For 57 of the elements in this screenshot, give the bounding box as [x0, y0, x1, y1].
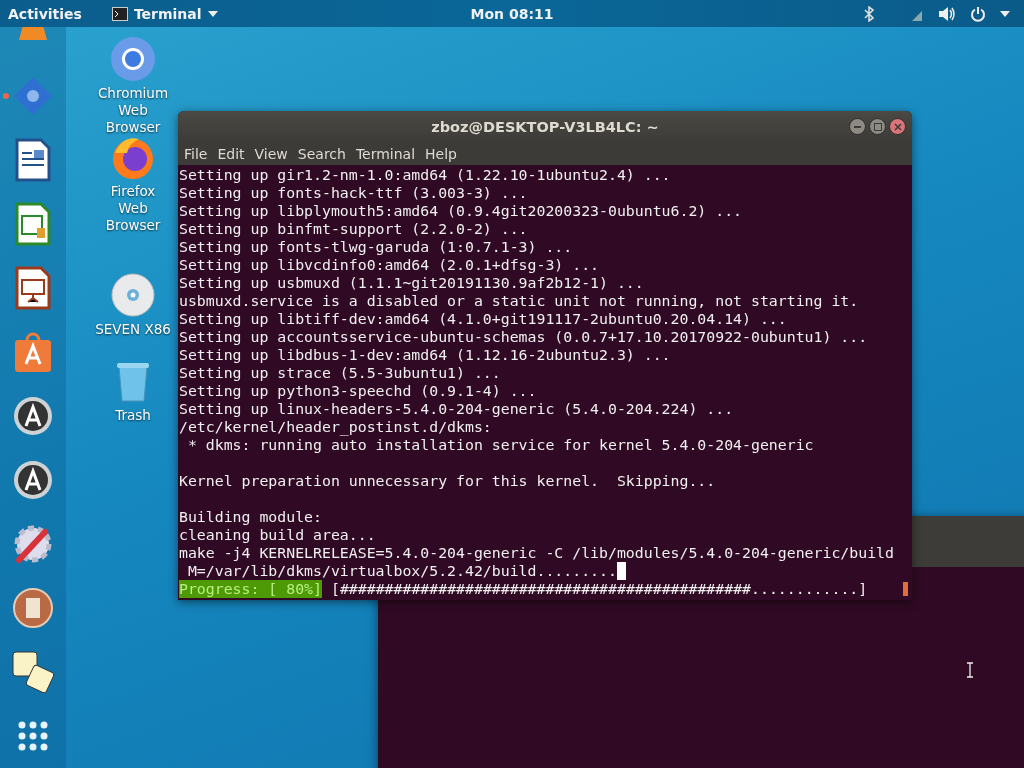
terminal-line: Setting up strace (5.5-3ubuntu1) ...	[179, 364, 501, 382]
desktop-icon-label[interactable]: Chromium Web Browser	[97, 85, 169, 136]
window-title: zboz@DESKTOP-V3LB4LC: ~	[431, 119, 659, 135]
desktop-icon-label[interactable]: SEVEN X86	[95, 321, 171, 338]
text-cursor-icon	[966, 662, 974, 678]
maximize-button[interactable]	[869, 118, 886, 135]
progress-bar-text: [##############################################............]	[331, 580, 868, 598]
software-updater-icon[interactable]	[11, 394, 55, 438]
menu-item[interactable]: Search	[292, 146, 351, 162]
caret-icon	[207, 10, 218, 17]
terminal-line: Setting up accountsservice-ubuntu-schemas (0.0.7+17.10.20170922-0ubuntu1) ...	[179, 328, 868, 346]
terminal-line: Setting up libdbus-1-dev:amd64 (1.12.16-2ubuntu2.3) ...	[179, 346, 671, 364]
menu-item[interactable]: File	[179, 146, 213, 162]
terminal-line: Setting up binfmt-support (2.2.0-2) ...	[179, 220, 528, 238]
terminal-icon	[111, 6, 128, 21]
maximize-icon	[873, 122, 882, 131]
terminal-line: usbmuxd.service is a disabled or a static unit not running, not starting it.	[179, 292, 859, 310]
terminal-line: Building module:	[179, 508, 322, 526]
scroll-marker	[903, 582, 909, 596]
text-caret	[616, 562, 626, 580]
disc-icon	[109, 271, 157, 319]
app-menu[interactable]: Terminal	[111, 5, 218, 22]
terminal-line: make -j4 KERNELRELEASE=5.4.0-204-generic -C /lib/modules/5.4.0-204-generic/build	[179, 544, 894, 562]
terminal-line: M=/var/lib/dkms/virtualbox/5.2.42/build.........	[186, 562, 617, 580]
terminal-line: Setting up libvcdinfo0:amd64 (2.0.1+dfsg-3) ...	[179, 256, 600, 274]
minimize-button[interactable]	[849, 118, 866, 135]
terminal-line: Setting up linux-headers-5.4.0-204-generic (5.4.0-204.224) ...	[179, 400, 734, 418]
software-updater-icon[interactable]	[11, 458, 55, 502]
power-icon[interactable]	[970, 5, 986, 22]
terminal-line: Kernel preparation unnecessary for this kernel. Skipping...	[179, 472, 716, 490]
activities-button[interactable]: Activities	[8, 5, 82, 22]
terminal-line: Setting up gir1.2-nm-1.0:amd64 (1.22.10-1ubuntu2.4) ...	[179, 166, 671, 184]
letter-tiles-icon[interactable]	[11, 650, 55, 694]
menu-item[interactable]: Terminal	[350, 146, 421, 162]
terminal-line: Setting up usbmuxd (1.1.1~git20191130.9af2b12-1) ...	[179, 274, 644, 292]
minimize-icon	[854, 125, 861, 128]
terminal-line: Setting up fonts-tlwg-garuda (1:0.7.1-3) ...	[179, 238, 573, 256]
volume-icon[interactable]	[938, 5, 956, 22]
menu-item[interactable]: View	[249, 146, 293, 162]
terminal-line: cleaning build area...	[179, 526, 376, 544]
terminal-line: * dkms: running auto installation service for kernel 5.4.0-204-generic	[186, 436, 814, 454]
desktop-icon-label[interactable]: Firefox Web Browser	[97, 183, 169, 234]
terminal-line: Setting up fonts-hack-ttf (3.003-3) ...	[179, 184, 528, 202]
globe-icon	[109, 35, 157, 83]
terminal-line: Setting up libtiff-dev:amd64 (4.1.0+git191117-2ubuntu0.20.04.14) ...	[179, 310, 787, 328]
close-icon	[893, 122, 902, 131]
menu-item[interactable]: Edit	[212, 146, 250, 162]
caret-icon[interactable]	[1000, 10, 1010, 17]
menu-item[interactable]: Help	[420, 146, 462, 162]
desktop-icon-label[interactable]: Trash	[115, 407, 151, 424]
terminal-line: Setting up python3-speechd (0.9.1-4) ...	[179, 382, 537, 400]
clock[interactable]: Mon 08:11	[470, 5, 554, 22]
terminal-line: /etc/kernel/header_postinst.d/dkms:	[179, 418, 492, 436]
progress-label: Progress: [ 80%]	[179, 580, 322, 598]
terminal-line: Setting up libplymouth5:amd64 (0.9.4git20200323-0ubuntu6.2) ...	[179, 202, 742, 220]
close-button[interactable]	[889, 118, 906, 135]
bluetooth-icon[interactable]	[864, 5, 874, 22]
